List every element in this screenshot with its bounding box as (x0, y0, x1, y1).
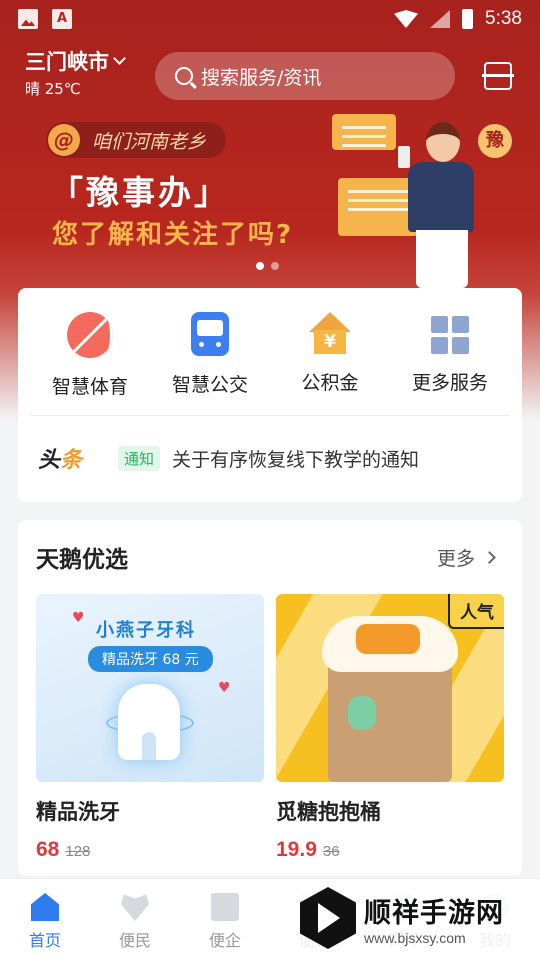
image-icon (18, 9, 38, 29)
product-image: 人气 (276, 594, 504, 782)
banner-tag: @ 咱们河南老乡 (46, 122, 227, 158)
banner-tag-text: 咱们河南老乡 (92, 130, 207, 153)
city-name: 三门峡市 (25, 50, 109, 74)
more-link[interactable]: 更多 (436, 544, 496, 571)
carousel-dot-active (256, 262, 264, 270)
product-price-row: 19.9 36 (276, 838, 504, 862)
carousel-dot (271, 262, 279, 270)
woman-illustration (404, 122, 474, 288)
product-original-price: 128 (65, 843, 91, 860)
headline-news-row[interactable]: 头条 通知 关于有序恢复线下教学的通知 (18, 416, 522, 500)
search-input[interactable]: 搜索服务/资讯 (155, 52, 455, 100)
dinosaur-sticker (348, 696, 376, 730)
signal-off-icon (430, 10, 451, 28)
banner-subtitle: 您了解和关注了吗? (52, 220, 294, 250)
image-brand-text: 小燕子牙科 (96, 620, 196, 641)
product-price: 19.9 (276, 838, 317, 861)
tab-label: 便民 (118, 931, 151, 950)
heart-icon: ♥ (72, 610, 85, 626)
tab-convenience[interactable]: 便民 (90, 879, 180, 960)
product-card[interactable]: ♥ ♥ 小燕子牙科 精品洗牙 68 元 精品洗牙 68 128 (36, 594, 264, 862)
product-name: 觅糖抱抱桶 (276, 800, 381, 824)
at-icon: @ (48, 124, 80, 156)
tab-home[interactable]: 首页 (0, 879, 90, 960)
bus-icon (191, 312, 229, 356)
city-selector[interactable]: 三门峡市 (25, 46, 126, 76)
product-price: 68 (36, 838, 60, 861)
chat-bubble-illustration (332, 114, 396, 150)
carousel-indicator (256, 262, 279, 270)
watermark-logo-icon (300, 887, 356, 949)
phone-illustration (398, 146, 410, 168)
service-housing-fund[interactable]: 公积金 (270, 288, 390, 415)
service-label: 智慧公交 (171, 374, 248, 396)
heart-icon: ♥ (218, 680, 231, 696)
home-icon (31, 893, 59, 921)
watermark-url: www.bjsxsy.com (364, 929, 466, 946)
banner-carousel[interactable]: @ 咱们河南老乡 「豫事办」 您了解和关注了吗? 豫 (0, 108, 540, 288)
watermark: 顺祥手游网 www.bjsxsy.com (300, 880, 536, 956)
banner-title: 「豫事办」 (50, 173, 230, 212)
product-original-price: 36 (322, 843, 340, 860)
battery-icon (462, 9, 474, 29)
document-icon (211, 893, 239, 921)
notice-badge: 通知 (118, 445, 161, 471)
tab-label: 便企 (208, 931, 241, 950)
popular-tag: 人气 (448, 594, 504, 629)
a-app-icon: A (52, 9, 72, 29)
chevron-down-icon (113, 52, 126, 65)
housing-fund-icon (309, 312, 351, 354)
section-title: 天鹅优选 (36, 547, 128, 573)
service-more[interactable]: 更多服务 (390, 288, 510, 415)
more-label: 更多 (436, 548, 475, 570)
mall-section: 天鹅优选 更多 ♥ ♥ 小燕子牙科 精品洗牙 68 元 精品洗牙 68 128 … (18, 520, 522, 876)
grid-icon (431, 316, 469, 354)
toutiao-logo: 头条 (38, 448, 83, 473)
product-name: 精品洗牙 (36, 800, 120, 824)
status-bar: A 5:38 (0, 0, 540, 38)
wifi-icon (394, 10, 419, 28)
services-card: 智慧体育 智慧公交 公积金 更多服务 头条 通知 关于有序恢复线下教学的通知 (18, 288, 522, 502)
heart-icon (121, 894, 149, 921)
search-placeholder: 搜索服务/资讯 (201, 66, 322, 89)
service-smart-sports[interactable]: 智慧体育 (30, 288, 150, 415)
image-price-pill: 精品洗牙 68 元 (88, 646, 213, 672)
scan-menu-button[interactable] (482, 62, 514, 90)
product-image: ♥ ♥ 小燕子牙科 精品洗牙 68 元 (36, 594, 264, 782)
news-headline: 关于有序恢复线下教学的通知 (172, 448, 420, 471)
weather-text: 晴 25℃ (25, 80, 81, 98)
chevron-right-icon (483, 551, 496, 564)
product-price-row: 68 128 (36, 838, 264, 862)
basketball-icon (67, 312, 113, 358)
service-label: 智慧体育 (51, 376, 128, 398)
clock: 5:38 (485, 8, 522, 29)
product-card[interactable]: 人气 觅糖抱抱桶 19.9 36 (276, 594, 504, 862)
service-label: 更多服务 (411, 372, 488, 394)
yu-seal-icon: 豫 (478, 124, 512, 158)
watermark-title: 顺祥手游网 (364, 897, 504, 929)
tab-label: 首页 (28, 931, 61, 950)
service-label: 公积金 (301, 372, 359, 394)
service-smart-bus[interactable]: 智慧公交 (150, 288, 270, 415)
tab-enterprise[interactable]: 便企 (180, 879, 270, 960)
mango-illustration (356, 624, 420, 654)
search-icon (175, 67, 193, 85)
tooth-illustration (118, 684, 180, 760)
